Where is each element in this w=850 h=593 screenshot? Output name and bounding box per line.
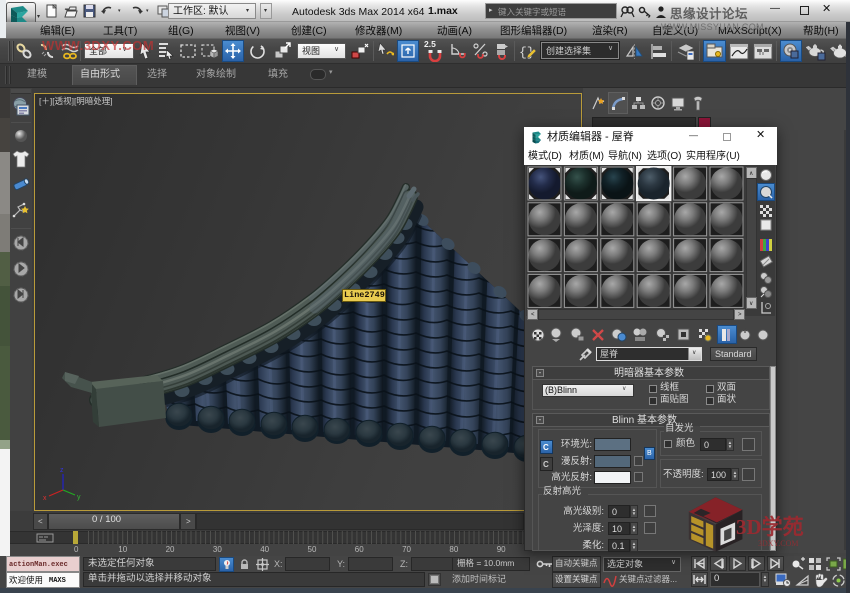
svg-text:3DXY.COM: 3DXY.COM xyxy=(758,539,799,548)
svg-text:x: x xyxy=(43,495,47,502)
svg-text:3D学苑: 3D学苑 xyxy=(736,515,804,539)
svg-text:y: y xyxy=(77,494,81,501)
svg-text:z: z xyxy=(60,467,64,474)
